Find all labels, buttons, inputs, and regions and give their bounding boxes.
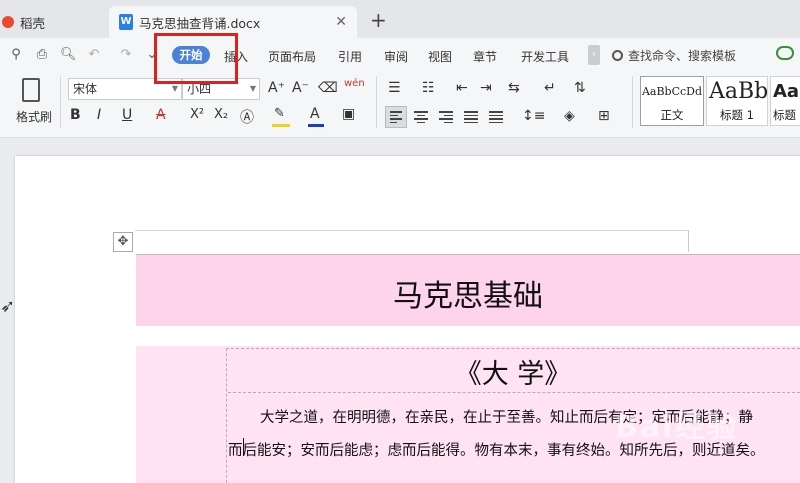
style-normal-label: 正文 [660,108,684,122]
tab-bar: 稻壳 W 马克思抽查背诵.docx ✕ + [0,0,800,38]
distribute-button[interactable] [485,106,507,128]
cloud-sync-icon[interactable] [776,46,794,60]
chevron-down-icon: ▼ [249,84,256,93]
style-heading[interactable]: Aa 标题 [770,76,800,126]
divider [60,76,61,128]
share-icon[interactable]: ⚲ [8,47,24,63]
text-cursor [243,438,244,456]
table-title-row[interactable]: 马克思基础 [136,254,800,326]
line-spacing-icon[interactable]: ↕≡ [522,108,545,124]
borders-icon[interactable]: ⊞ [598,108,610,124]
style-heading-label: 标题 [773,108,796,122]
align-center-button[interactable] [410,106,432,128]
clear-format-icon[interactable]: ⌫ [318,80,338,96]
ribbon: ⚲ ⎙ 🔍︎ ↶ ↷ ⌄ 开始 插入 页面布局 引用 审阅 视图 章节 开发工具… [0,38,800,138]
page-margin-guide [135,230,689,231]
align-right-button[interactable] [435,106,457,128]
strikethrough-button[interactable]: A [156,107,166,123]
style-normal-sample: AaBbCcDd [641,85,703,98]
pinyin-guide-icon[interactable]: wén [344,78,365,89]
format-painter-icon[interactable] [22,78,40,102]
search-command[interactable]: 查找命令、搜索模板 [612,44,752,66]
superscript-button[interactable]: X² [190,107,204,122]
tab-view[interactable]: 视图 [428,48,452,65]
more-tabs-icon[interactable]: › [588,45,600,65]
search-placeholder: 查找命令、搜索模板 [628,48,737,63]
tab-daoke-label: 稻壳 [20,15,46,31]
highlight-color-icon[interactable] [272,124,290,127]
style-heading-sample: Aa [773,81,800,102]
print-icon[interactable]: ⎙ [34,47,50,63]
cell-divider [228,392,800,393]
highlight-pen-icon[interactable]: ✎ [274,106,285,121]
divider [376,76,377,128]
watermark: Bai经验 [615,410,739,445]
tab-document-label: 马克思抽查背诵.docx [139,15,261,31]
justify-button[interactable] [460,106,482,128]
style-heading-1[interactable]: AaBb 标题 1 [706,76,768,126]
undo-icon[interactable]: ↶ [86,47,102,63]
shading-icon[interactable]: ◈ [564,108,575,124]
page-margin-guide [688,230,689,252]
mouse-cursor-icon: ➶ [0,296,16,317]
word-doc-icon: W [119,14,133,30]
tab-daoke[interactable]: 稻壳 [0,6,104,38]
new-tab-icon[interactable]: + [370,10,387,30]
subscript-button[interactable]: X₂ [214,107,228,122]
tab-review[interactable]: 审阅 [384,48,408,65]
style-heading-1-label: 标题 1 [720,108,754,122]
format-painter-label[interactable]: 格式刷 [16,108,52,125]
italic-button[interactable]: I [97,107,101,123]
align-left-button[interactable] [385,106,407,128]
print-preview-icon[interactable]: 🔍︎ [60,47,77,63]
style-normal[interactable]: AaBbCcDd 正文 [640,76,704,126]
font-size-value: 小四 [187,82,212,96]
bullet-list-icon[interactable]: ☰ [388,80,401,96]
font-name-value: 宋体 [73,82,98,96]
search-icon [612,49,623,61]
chinese-layout-icon[interactable]: ⇆ [508,80,520,96]
style-heading-1-sample: AaBb [709,79,768,104]
char-border-icon[interactable]: ▣ [342,106,355,122]
font-color-icon[interactable]: A [310,106,320,122]
sort-icon[interactable]: ⇅ [574,80,586,96]
decrease-font-icon[interactable]: A⁻ [292,80,309,96]
tab-chapter[interactable]: 章节 [473,48,497,65]
font-color-bar-icon[interactable] [308,124,324,127]
show-marks-icon[interactable]: ↵ [544,80,556,96]
table-move-handle-icon[interactable]: ✥ [113,232,133,252]
bold-button[interactable]: B [70,107,81,123]
divider [632,76,633,128]
increase-indent-icon[interactable]: ⇥ [480,80,492,96]
text-effect-icon[interactable]: Ⓐ [240,107,254,127]
underline-button[interactable]: U [122,107,132,123]
close-icon[interactable]: ✕ [335,14,347,30]
decrease-indent-icon[interactable]: ⇤ [456,80,468,96]
section-title: 《大 学》 [454,359,572,390]
tab-reference[interactable]: 引用 [338,48,362,65]
document-title: 马克思基础 [393,279,543,314]
tab-developer[interactable]: 开发工具 [521,48,569,65]
redo-icon[interactable]: ↷ [118,47,134,63]
increase-font-icon[interactable]: A⁺ [268,80,285,96]
daoke-logo-icon [2,16,14,28]
tab-page-layout[interactable]: 页面布局 [268,48,316,65]
numbered-list-icon[interactable]: ☷ [422,80,435,96]
annotation-highlight-box [154,33,238,84]
